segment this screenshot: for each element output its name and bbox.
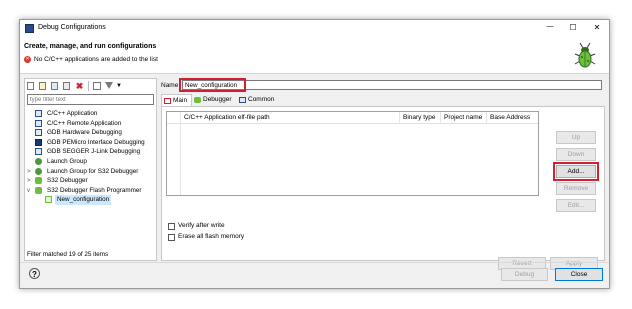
c-app-icon — [35, 119, 42, 127]
dialog-banner: Create, manage, and run configurations ✕… — [20, 38, 609, 74]
tree-item-label: Launch Group — [47, 158, 87, 165]
tab-bar: Main Debugger Common — [161, 94, 605, 106]
debug-button[interactable]: Debug — [501, 268, 548, 281]
tree-item-label: GDB SEGGER J-Link Debugging — [47, 148, 141, 156]
launch-group-icon — [35, 167, 42, 175]
c-app-icon — [35, 110, 42, 117]
column-project-name[interactable]: Project name — [444, 114, 482, 121]
verify-label: Verify after write — [178, 222, 225, 229]
debugger-tab-icon — [194, 97, 201, 103]
tab-content: C/C++ Application elf-file path Binary t… — [161, 106, 605, 261]
remove-button[interactable]: Remove — [556, 182, 596, 195]
tree-item-label: C/C++ Remote Application — [47, 119, 122, 127]
debug-configurations-dialog: Debug Configurations — ☐ ✕ Create, manag… — [19, 19, 610, 289]
verify-checkbox[interactable] — [168, 223, 175, 230]
erase-label: Erase all flash memory — [178, 233, 245, 240]
column-divider — [440, 112, 441, 124]
configuration-icon — [45, 196, 52, 204]
tree-item-label: New_configuration — [55, 195, 112, 206]
export-icon[interactable] — [51, 82, 58, 90]
configuration-tree: C/C++ Application C/C++ Remote Applicatio… — [27, 109, 155, 219]
window-title: Debug Configurations — [38, 24, 106, 31]
column-divider — [486, 112, 487, 124]
maximize-button[interactable]: ☐ — [566, 23, 580, 35]
sidebar-toolbar: ✖ ▼ — [27, 81, 153, 91]
new-prototype-icon[interactable] — [39, 82, 46, 90]
close-button[interactable]: Close — [555, 268, 603, 281]
name-highlight-overlay — [179, 78, 246, 92]
flash-table: C/C++ Application elf-file path Binary t… — [166, 111, 539, 196]
tab-main[interactable]: Main — [161, 94, 192, 106]
edit-button[interactable]: Edit... — [556, 199, 596, 212]
column-binary-type[interactable]: Binary type — [403, 114, 436, 121]
table-header: C/C++ Application elf-file path Binary t… — [167, 112, 538, 124]
column-base-address[interactable]: Base Address — [490, 114, 530, 121]
bug-logo-icon — [574, 42, 596, 68]
chevron-down-icon[interactable]: ▼ — [116, 81, 122, 91]
tab-common[interactable]: Common — [237, 94, 281, 106]
tab-debugger-label: Debugger — [203, 96, 232, 103]
error-message: No C/C++ applications are added to the l… — [34, 56, 158, 63]
sidebar-panel: ✖ ▼ C/C++ Application C/C++ Remote Applic… — [24, 78, 157, 261]
tree-item-label: S32 Debugger Flash Programmer — [47, 186, 142, 194]
main-tab-icon — [164, 98, 171, 104]
first-column-line — [180, 112, 181, 195]
add-button-highlight — [553, 162, 599, 181]
delete-icon[interactable]: ✖ — [75, 81, 84, 91]
expand-chevron-right-icon[interactable]: > — [27, 176, 31, 186]
duplicate-icon[interactable] — [63, 82, 70, 90]
new-configuration-icon[interactable] — [27, 82, 34, 90]
c-app-icon — [35, 148, 42, 156]
tab-common-label: Common — [248, 96, 275, 103]
column-divider — [399, 112, 400, 124]
s32-debugger-icon — [35, 186, 42, 194]
main-panel: Name: Main Debugger Common C/C++ Applic — [161, 78, 605, 270]
minimize-button[interactable]: — — [543, 23, 557, 35]
banner-heading: Create, manage, and run configurations — [24, 43, 157, 50]
tree-item-label: C/C++ Application — [47, 110, 98, 117]
c-app-icon — [35, 129, 42, 137]
footer-separator — [20, 262, 609, 263]
expand-chevron-right-icon[interactable]: > — [27, 167, 31, 177]
column-elf-path[interactable]: C/C++ Application elf-file path — [184, 114, 270, 121]
filter-icon[interactable] — [105, 82, 113, 89]
up-button[interactable]: Up — [556, 131, 596, 144]
common-tab-icon — [239, 97, 246, 103]
tree-item-label: Launch Group for S32 Debugger — [47, 167, 139, 175]
tree-item-label: S32 Debugger — [47, 177, 88, 185]
launch-group-icon — [35, 158, 42, 165]
help-icon[interactable]: ? — [29, 268, 40, 279]
tree-item-label: GDB Hardware Debugging — [47, 129, 122, 137]
down-button[interactable]: Down — [556, 148, 596, 161]
s32-debugger-icon — [35, 177, 42, 185]
name-label: Name: — [161, 82, 181, 89]
tab-debugger[interactable]: Debugger — [192, 94, 237, 106]
title-bar: Debug Configurations — ☐ ✕ — [20, 20, 609, 38]
pemicro-icon — [35, 138, 42, 146]
toolbar-separator — [88, 81, 89, 91]
tab-main-label: Main — [173, 97, 188, 104]
expand-chevron-down-icon[interactable]: v — [27, 186, 30, 196]
filter-input[interactable] — [27, 94, 154, 105]
error-icon: ✕ — [24, 56, 31, 63]
erase-checkbox[interactable] — [168, 234, 175, 241]
filter-status: Filter matched 19 of 25 items — [27, 251, 109, 258]
close-window-button[interactable]: ✕ — [590, 23, 604, 35]
tree-item-label: GDB PEMicro Interface Debugging — [47, 138, 145, 146]
collapse-all-icon[interactable] — [93, 82, 101, 90]
app-icon — [25, 24, 34, 33]
